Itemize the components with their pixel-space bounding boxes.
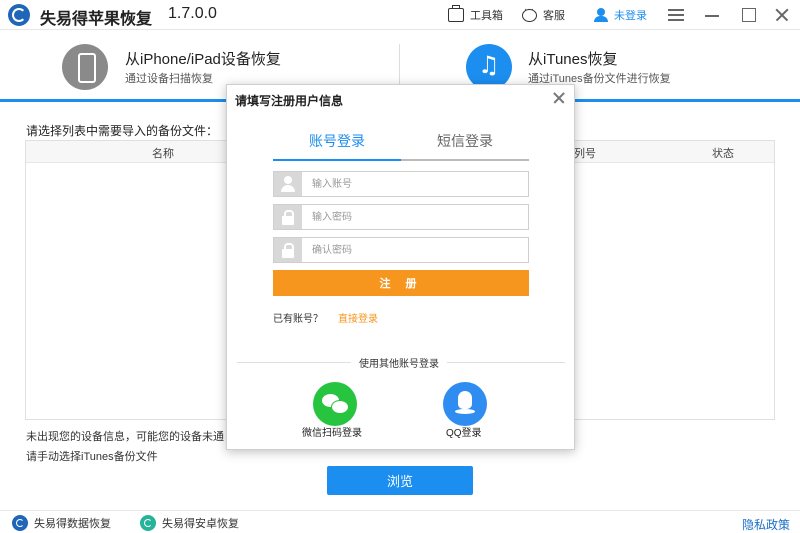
app-title: 失易得苹果恢复 bbox=[40, 11, 153, 28]
toolbox-label: 工具箱 bbox=[470, 10, 503, 22]
column-name[interactable]: 名称 bbox=[152, 145, 174, 161]
mode-device-title[interactable]: 从iPhone/iPad设备恢复 bbox=[125, 48, 281, 69]
iphone-icon[interactable] bbox=[62, 44, 108, 90]
direct-login-link[interactable]: 直接登录 bbox=[338, 310, 378, 325]
app-logo-icon bbox=[8, 4, 30, 26]
data-recovery-link[interactable]: 失易得数据恢复 bbox=[12, 515, 111, 531]
menu-icon[interactable] bbox=[657, 0, 693, 30]
dialog-title: 请填写注册用户信息 bbox=[235, 94, 344, 108]
wechat-login-label[interactable]: 微信扫码登录 bbox=[302, 424, 362, 439]
confirm-password-input[interactable] bbox=[312, 239, 528, 261]
column-serial[interactable]: 列号 bbox=[574, 145, 596, 161]
app-version: 1.7.0.0 bbox=[168, 5, 217, 22]
login-status: 未登录 bbox=[614, 10, 647, 22]
account-input[interactable] bbox=[312, 173, 528, 195]
minimize-icon[interactable] bbox=[694, 0, 730, 30]
dialog-close-icon[interactable] bbox=[552, 91, 566, 105]
maximize-icon[interactable] bbox=[730, 0, 766, 30]
password-input[interactable] bbox=[312, 206, 528, 228]
lock-icon bbox=[274, 205, 302, 229]
data-recovery-icon bbox=[12, 515, 28, 531]
android-recovery-link[interactable]: 失易得安卓恢复 bbox=[140, 515, 239, 531]
password-field[interactable] bbox=[273, 204, 529, 230]
toolbox-icon bbox=[448, 5, 464, 22]
mode-itunes-title[interactable]: 从iTunes恢复 bbox=[528, 48, 617, 69]
footer: 失易得数据恢复 失易得安卓恢复 隐私政策 bbox=[0, 510, 800, 533]
confirm-password-field[interactable] bbox=[273, 237, 529, 263]
qq-login-label[interactable]: QQ登录 bbox=[446, 424, 482, 439]
other-login-label: 使用其他账号登录 bbox=[351, 355, 447, 370]
lock-icon bbox=[274, 238, 302, 262]
mode-device-subtitle: 通过设备扫描恢复 bbox=[125, 73, 213, 85]
data-recovery-label: 失易得数据恢复 bbox=[34, 518, 111, 530]
column-status[interactable]: 状态 bbox=[712, 145, 734, 161]
service-button[interactable]: 客服 bbox=[522, 0, 565, 30]
register-dialog: 请填写注册用户信息 账号登录 短信登录 注 册 已有账号？ 直接登录 使用其他账… bbox=[226, 84, 575, 450]
title-bar: 失易得苹果恢复 1.7.0.0 工具箱 客服 未登录 bbox=[0, 0, 800, 30]
tab-account-login[interactable]: 账号登录 bbox=[273, 131, 401, 161]
manual-select-hint: 请手动选择iTunes备份文件 bbox=[26, 451, 158, 463]
backup-list-label: 请选择列表中需要导入的备份文件： bbox=[26, 124, 219, 138]
qq-icon[interactable] bbox=[443, 382, 487, 426]
android-recovery-label: 失易得安卓恢复 bbox=[162, 518, 239, 530]
account-field[interactable] bbox=[273, 171, 529, 197]
browse-button[interactable]: 浏览 bbox=[327, 466, 473, 495]
chat-icon bbox=[522, 4, 537, 22]
privacy-policy-link[interactable]: 隐私政策 bbox=[742, 516, 790, 533]
user-icon bbox=[594, 8, 608, 22]
service-label: 客服 bbox=[543, 10, 565, 22]
android-recovery-icon bbox=[140, 515, 156, 531]
toolbox-button[interactable]: 工具箱 bbox=[448, 0, 503, 30]
tab-sms-login[interactable]: 短信登录 bbox=[401, 131, 529, 161]
device-hint: 未出现您的设备信息，可能您的设备未通 bbox=[26, 431, 224, 443]
person-icon bbox=[274, 172, 302, 196]
have-account-label: 已有账号？ bbox=[273, 314, 323, 325]
close-icon[interactable] bbox=[764, 0, 800, 30]
wechat-icon[interactable] bbox=[313, 382, 357, 426]
register-button[interactable]: 注 册 bbox=[273, 270, 529, 296]
login-button[interactable]: 未登录 bbox=[594, 0, 647, 30]
